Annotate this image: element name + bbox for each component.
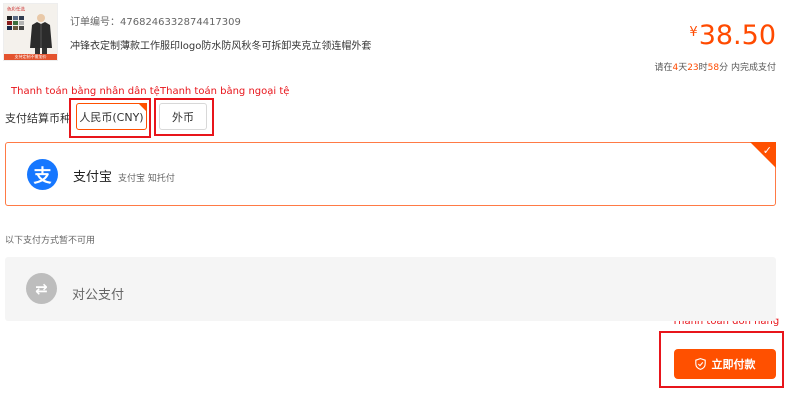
payment-option-alipay[interactable]: 支 支付宝 支付宝 知托付 ✓ bbox=[5, 142, 776, 206]
pay-now-button[interactable]: 立即付款 bbox=[674, 349, 776, 379]
currency-label: 支付结算币种 bbox=[5, 112, 71, 125]
check-icon: ✓ bbox=[762, 144, 772, 157]
total-price: ¥38.50 bbox=[689, 22, 776, 49]
currency-symbol: ¥ bbox=[689, 25, 698, 40]
color-swatch bbox=[19, 16, 24, 20]
annotation-cny: Thanh toán bằng nhân dân tệ bbox=[11, 86, 160, 97]
price-amount: 38.50 bbox=[698, 20, 776, 51]
color-swatch bbox=[13, 16, 18, 20]
shield-check-icon bbox=[694, 358, 706, 370]
annotation-foreign: Thanh toán bằng ngoại tệ bbox=[160, 86, 290, 97]
transfer-icon: ⇄ bbox=[26, 273, 57, 304]
color-swatch bbox=[7, 21, 12, 25]
deadline-prefix: 请在 bbox=[654, 63, 673, 73]
payment-option-corporate: ⇄ 对公支付 bbox=[5, 257, 776, 321]
color-swatch bbox=[19, 26, 24, 30]
payment-deadline: 请在4天23时58分 内完成支付 bbox=[654, 60, 776, 73]
deadline-days-unit: 天 bbox=[678, 63, 688, 73]
corporate-payment-name: 对公支付 bbox=[72, 288, 125, 303]
product-title[interactable]: 冲锋衣定制薄款工作服印logo防水防风秋冬可拆卸夹克立领连帽外套 bbox=[70, 37, 371, 52]
color-swatch bbox=[19, 21, 24, 25]
color-swatch bbox=[13, 26, 18, 30]
color-swatch bbox=[7, 16, 12, 20]
order-number: 订单编号：4768246332874417309 bbox=[70, 17, 241, 28]
deadline-hours: 23 bbox=[687, 63, 699, 73]
jacket-model-figure bbox=[30, 14, 52, 54]
pay-now-label: 立即付款 bbox=[711, 358, 756, 371]
thumbnail-top-text: 色彩任选 bbox=[7, 6, 26, 13]
deadline-minutes: 58 bbox=[707, 63, 720, 73]
thumbnail-bottom-text: 支持定制不需加价 bbox=[4, 54, 57, 60]
alipay-name: 支付宝 bbox=[73, 170, 113, 185]
deadline-suffix: 分 内完成支付 bbox=[719, 63, 776, 73]
alipay-slogan: 支付宝 知托付 bbox=[118, 174, 175, 184]
color-swatch bbox=[7, 26, 12, 30]
product-thumbnail[interactable]: 色彩任选 支持定制不需加价 bbox=[3, 3, 58, 61]
deadline-hours-unit: 时 bbox=[698, 63, 708, 73]
highlight-box-foreign bbox=[154, 98, 214, 136]
alipay-icon: 支 bbox=[27, 159, 58, 190]
highlight-box-cny bbox=[69, 98, 151, 138]
color-swatch bbox=[13, 21, 18, 25]
unavailable-methods-label: 以下支付方式暂不可用 bbox=[5, 236, 96, 246]
thumbnail-color-swatches bbox=[7, 16, 27, 30]
